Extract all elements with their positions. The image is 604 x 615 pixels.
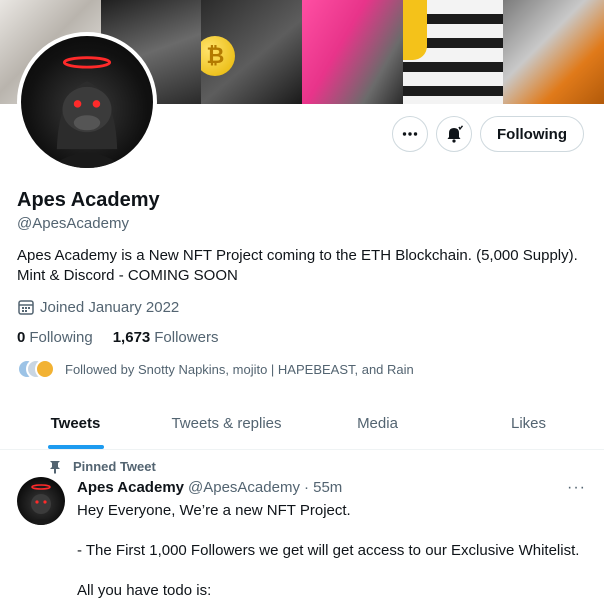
- tab-tweets[interactable]: Tweets: [0, 398, 151, 449]
- tweet-avatar[interactable]: [17, 477, 65, 525]
- banner-tile: [402, 0, 504, 104]
- profile-tabs: Tweets Tweets & replies Media Likes: [0, 398, 604, 450]
- tweet-line: Hey Everyone, We’re a new NFT Project.: [77, 502, 351, 519]
- tweet-author[interactable]: Apes Academy: [77, 479, 184, 496]
- joined-text: Joined January 2022: [40, 298, 180, 316]
- follow-stats: 0 Following 1,673 Followers: [17, 329, 218, 346]
- tweet-header: Apes Academy @ApesAcademy · 55m: [77, 479, 342, 496]
- banner-tile: [302, 0, 403, 104]
- profile-avatar[interactable]: [17, 32, 157, 172]
- banner-detail: [402, 0, 427, 60]
- pinned-label: Pinned Tweet: [49, 459, 156, 474]
- ape-avatar-image: [27, 484, 55, 525]
- tweet-time[interactable]: · 55m: [304, 479, 342, 496]
- following-label: Following: [29, 329, 93, 346]
- tweet-body: Hey Everyone, We’re a new NFT Project. -…: [77, 501, 587, 615]
- avatar: [35, 359, 55, 379]
- following-count: 0: [17, 329, 26, 346]
- bio-line: Mint & Discord - COMING SOON: [17, 267, 238, 284]
- followed-by-text: Followed by Snotty Napkins, mojito | HAP…: [65, 361, 414, 377]
- pinned-text: Pinned Tweet: [73, 459, 156, 474]
- tweet-line: All you have todo is:: [77, 582, 212, 599]
- bell-icon: [447, 125, 464, 143]
- tab-tweets-replies[interactable]: Tweets & replies: [151, 398, 302, 449]
- tab-likes[interactable]: Likes: [453, 398, 604, 449]
- more-icon: [402, 132, 418, 136]
- pinned-tweet[interactable]: Pinned Tweet Apes Academy @ApesAcademy ·…: [0, 451, 604, 615]
- followed-by-link[interactable]: Followed by Snotty Napkins, mojito | HAP…: [17, 359, 414, 379]
- notifications-button[interactable]: [436, 116, 473, 152]
- profile-actions: Following: [392, 116, 584, 152]
- following-button[interactable]: Following: [480, 116, 584, 152]
- followers-link[interactable]: 1,673 Followers: [113, 329, 219, 346]
- profile-bio: Apes Academy is a New NFT Project coming…: [17, 246, 592, 286]
- profile-name: Apes Academy: [17, 189, 160, 211]
- tweet-handle[interactable]: @ApesAcademy: [188, 479, 300, 496]
- banner-tile: [503, 0, 604, 104]
- tab-media[interactable]: Media: [302, 398, 453, 449]
- tweet-line: - The First 1,000 Followers we get will …: [77, 542, 580, 559]
- follower-avatars: [17, 359, 55, 379]
- bio-line: Apes Academy is a New NFT Project coming…: [17, 247, 578, 264]
- ape-avatar-image: [49, 56, 125, 168]
- followers-count: 1,673: [112, 329, 151, 346]
- profile-handle: @ApesAcademy: [17, 215, 129, 232]
- more-button[interactable]: [392, 116, 429, 152]
- joined-date: Joined January 2022: [17, 298, 179, 316]
- pin-icon: [50, 460, 60, 474]
- bitcoin-icon: ₿: [201, 36, 236, 76]
- banner-tile: ₿: [201, 0, 303, 104]
- calendar-icon: [18, 300, 34, 315]
- tweet-more-icon[interactable]: ···: [567, 479, 586, 497]
- following-link[interactable]: 0 Following: [17, 329, 93, 346]
- followers-label: Followers: [154, 329, 219, 346]
